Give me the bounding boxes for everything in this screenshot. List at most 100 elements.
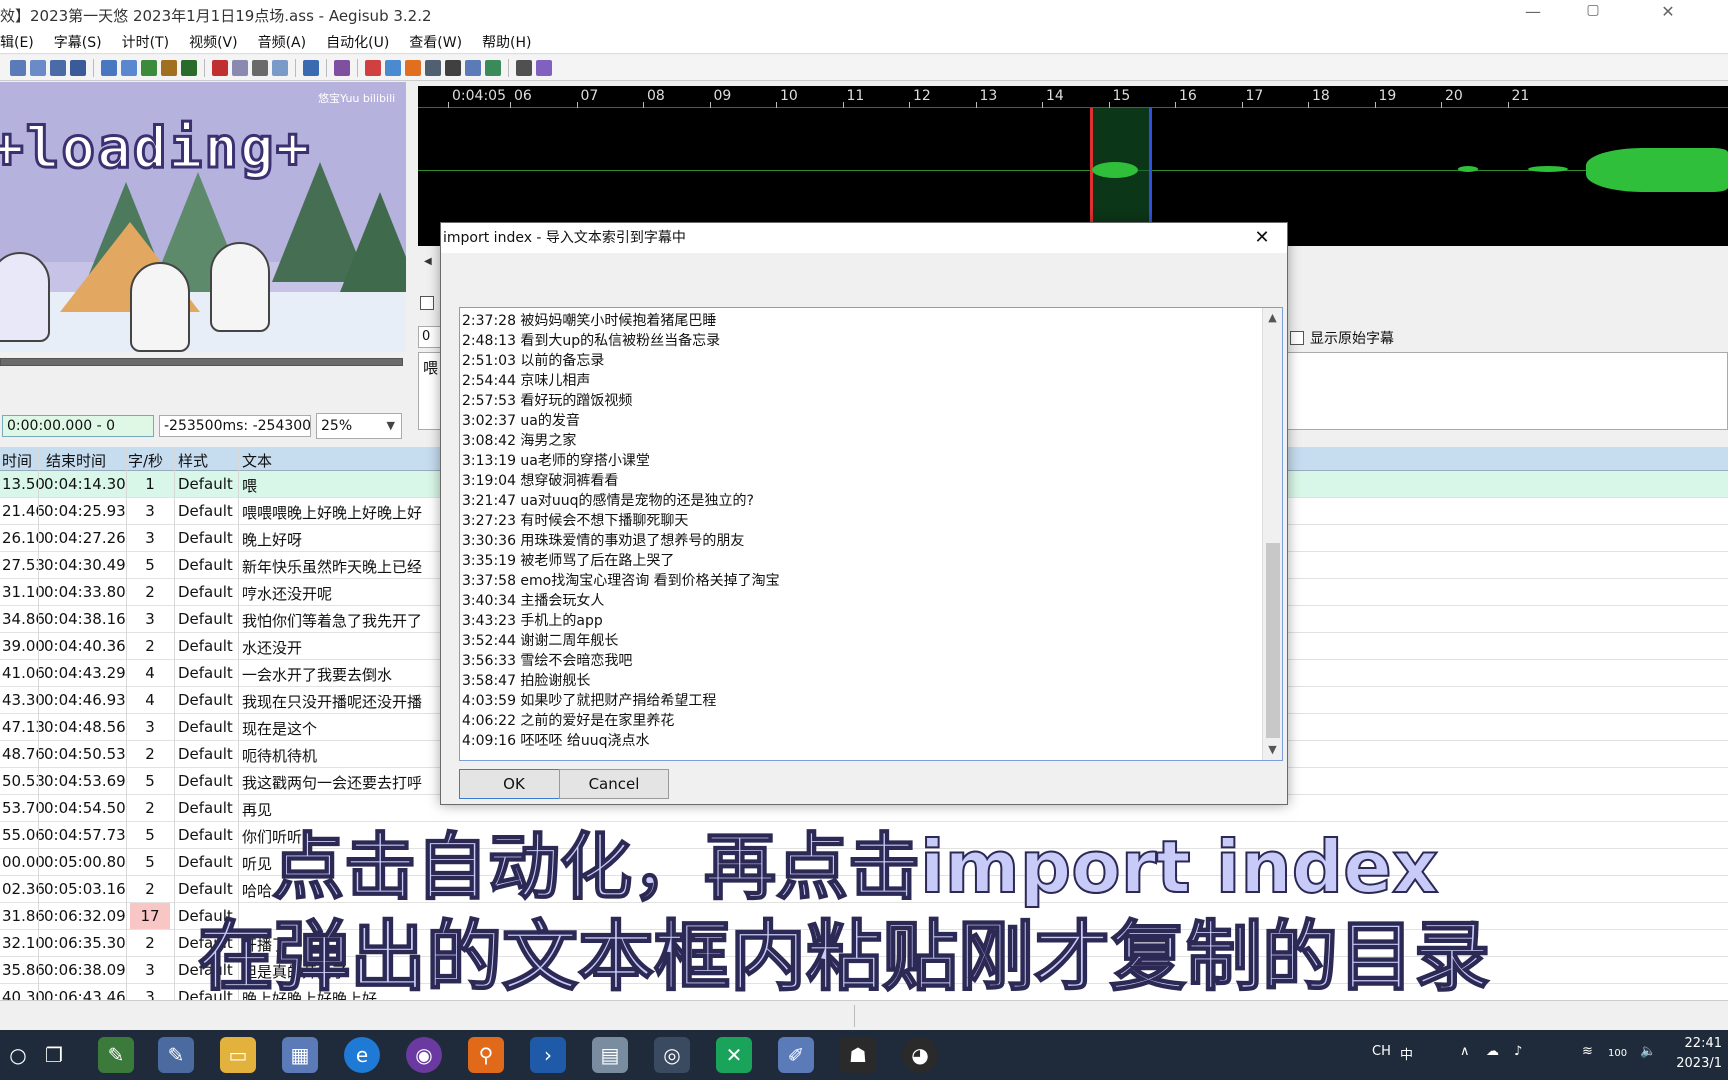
tool-icon[interactable] — [334, 59, 350, 76]
tray-ime[interactable]: 中 — [1400, 1044, 1413, 1063]
menu-subtitle[interactable]: 字幕(S) — [54, 32, 102, 52]
row-style: Default — [178, 475, 233, 493]
battery-icon[interactable]: 100 — [1608, 1048, 1627, 1059]
cloud-icon[interactable]: ☁ — [1486, 1044, 1499, 1059]
search-app-icon[interactable]: ⚲ — [468, 1037, 504, 1073]
tool-icon[interactable] — [141, 59, 157, 76]
tray-language[interactable]: CH — [1372, 1044, 1391, 1059]
dialog-close-icon[interactable]: ✕ — [1247, 223, 1277, 253]
video-time-field[interactable]: 0:00:00.000 - 0 — [2, 415, 154, 437]
clock[interactable]: 22:41 2023/1 — [1662, 1034, 1722, 1074]
tool-icon[interactable] — [252, 59, 268, 76]
menu-timing[interactable]: 计时(T) — [122, 32, 169, 52]
tool-icon[interactable] — [101, 59, 117, 76]
video-seek-bar[interactable] — [0, 358, 403, 366]
header-end[interactable]: 结束时间 — [46, 450, 106, 471]
row-style: Default — [178, 853, 233, 871]
tool-icon[interactable] — [536, 59, 552, 76]
tool-icon[interactable] — [272, 59, 288, 76]
tool-icon[interactable] — [212, 59, 228, 76]
ruler-tick-label: 19 — [1378, 88, 1397, 104]
row-cps: 2 — [145, 745, 155, 763]
app-icon[interactable]: ▤ — [592, 1037, 628, 1073]
scroll-up-icon[interactable]: ▲ — [1263, 308, 1282, 328]
app-icon[interactable]: ▦ — [282, 1037, 318, 1073]
tool-icon[interactable] — [161, 59, 177, 76]
tool-icon[interactable] — [30, 59, 46, 76]
tool-icon[interactable] — [232, 59, 248, 76]
tool-icon[interactable] — [181, 59, 197, 76]
header-text[interactable]: 文本 — [242, 450, 272, 471]
tool-icon[interactable] — [70, 59, 86, 76]
ruler-tick-line — [909, 102, 910, 108]
minimize-button[interactable]: — — [1518, 2, 1548, 28]
row-end-time: 0:04:25.93 — [44, 502, 126, 520]
index-line: 4:03:59 如果吵了就把财产捐给希望工程 — [462, 693, 717, 709]
row-end-time: 0:06:32.09 — [44, 907, 126, 925]
aegisub-icon[interactable]: ◎ — [654, 1037, 690, 1073]
tool-icon[interactable] — [445, 59, 461, 76]
tool-icon[interactable] — [465, 59, 481, 76]
zoom-value: 25% — [321, 418, 353, 434]
tool-icon[interactable] — [50, 59, 66, 76]
paint-icon[interactable]: ✐ — [778, 1037, 814, 1073]
video-zoom-select[interactable]: 25% ▼ — [316, 413, 402, 439]
scroll-down-icon[interactable]: ▼ — [1263, 740, 1282, 760]
tool-icon[interactable] — [405, 59, 421, 76]
menu-video[interactable]: 视频(V) — [189, 32, 238, 52]
header-style[interactable]: 样式 — [178, 450, 208, 471]
chevron-up-icon[interactable]: ∧ — [1460, 1044, 1470, 1059]
menu-view[interactable]: 查看(W) — [409, 32, 462, 52]
tool-icon[interactable] — [516, 59, 532, 76]
close-button[interactable]: ✕ — [1648, 2, 1688, 28]
row-style: Default — [178, 826, 233, 844]
show-original-checkbox[interactable] — [1290, 331, 1304, 345]
tool-icon[interactable] — [385, 59, 401, 76]
row-cps: 3 — [145, 718, 155, 736]
textarea-scrollbar[interactable]: ▲ ▼ — [1262, 308, 1282, 760]
menu-edit[interactable]: 辑(E) — [0, 32, 34, 52]
terminal-icon[interactable]: › — [530, 1037, 566, 1073]
menu-audio[interactable]: 音频(A) — [258, 32, 307, 52]
app-icon[interactable]: ✎ — [98, 1037, 134, 1073]
scroll-thumb[interactable] — [1266, 543, 1280, 738]
volume-icon[interactable]: 🔈 — [1640, 1044, 1656, 1059]
maximize-button[interactable]: ▢ — [1578, 2, 1608, 28]
show-original-toggle[interactable]: 显示原始字幕 — [1290, 328, 1394, 348]
menu-automation[interactable]: 自动化(U) — [326, 32, 389, 52]
app-icon[interactable]: ◕ — [902, 1037, 938, 1073]
tool-icon[interactable] — [303, 59, 319, 76]
row-end-time: 0:04:30.49 — [44, 556, 126, 574]
app-icon[interactable]: ✕ — [716, 1037, 752, 1073]
cancel-button[interactable]: Cancel — [559, 769, 669, 799]
app-icon[interactable]: ☗ — [840, 1037, 876, 1073]
tool-icon[interactable] — [121, 59, 137, 76]
arrow-left-icon[interactable]: ◀ — [424, 256, 432, 267]
index-line: 3:56:33 雪绘不会暗恋我吧 — [462, 653, 633, 669]
index-textarea[interactable]: 2:37:28 被妈妈嘲笑小时候抱着猪尾巴睡 2:48:13 看到大up的私信被粉… — [459, 307, 1283, 761]
menu-help[interactable]: 帮助(H) — [482, 32, 531, 52]
show-original-label: 显示原始字幕 — [1310, 331, 1394, 347]
ruler-tick-line — [776, 102, 777, 108]
ok-button[interactable]: OK — [459, 769, 569, 799]
index-line: 2:37:28 被妈妈嘲笑小时候抱着猪尾巴睡 — [462, 313, 717, 329]
tool-icon[interactable] — [485, 59, 501, 76]
ruler-tick-label: 17 — [1245, 88, 1264, 104]
video-offset-field[interactable]: -253500ms: -254300 — [159, 415, 311, 437]
tool-icon[interactable] — [425, 59, 441, 76]
app-icon[interactable]: ✎ — [158, 1037, 194, 1073]
search-icon[interactable]: ○ — [0, 1037, 36, 1073]
header-cps[interactable]: 字/秒 — [128, 450, 163, 471]
folder-icon[interactable]: ▭ — [220, 1037, 256, 1073]
wifi-icon[interactable]: ≋ — [1582, 1044, 1593, 1059]
tool-icon[interactable] — [365, 59, 381, 76]
row-text: 晚上好呀 — [242, 531, 303, 549]
task-view-icon[interactable]: ❐ — [36, 1037, 72, 1073]
edge-icon[interactable]: e — [344, 1037, 380, 1073]
microphone-icon[interactable]: ♪ — [1514, 1044, 1522, 1059]
tool-icon[interactable] — [10, 59, 26, 76]
comment-checkbox[interactable] — [420, 296, 434, 310]
video-preview[interactable]: +loading+ 悠宝Yuu bilibili — [0, 82, 406, 352]
github-icon[interactable]: ◉ — [406, 1037, 442, 1073]
header-start[interactable]: 时间 — [2, 450, 32, 471]
